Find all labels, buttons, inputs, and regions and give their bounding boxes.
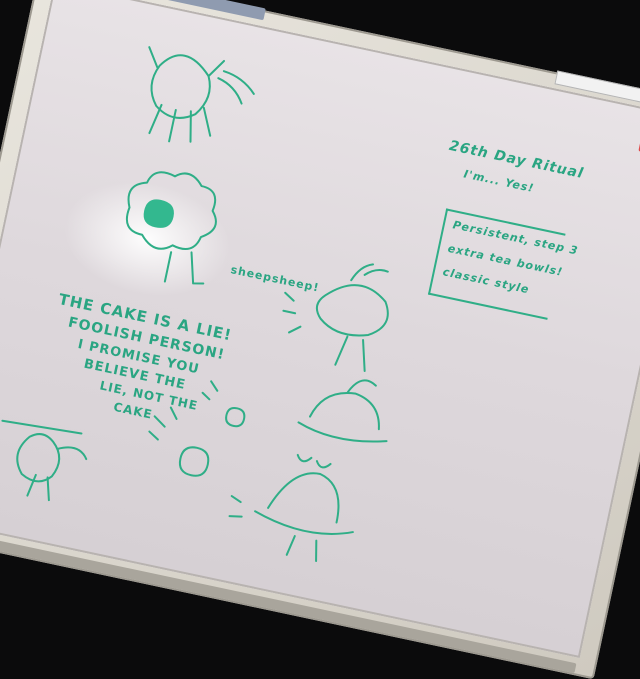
perched-creature-doodle [1, 419, 88, 502]
sheep-doodle [125, 171, 217, 285]
mushroom-creature-doodle [282, 263, 389, 372]
horned-creature-doodle [148, 46, 255, 143]
whiteboard: THE CAKE IS A LIE! FOOLISH PERSON! I PRO… [0, 0, 640, 679]
teapot-doodle [296, 379, 388, 469]
small-ball-doodle [201, 380, 246, 428]
bell-doodle [228, 472, 354, 563]
ball-doodle [148, 406, 210, 477]
photo-scene: THE CAKE IS A LIE! FOOLISH PERSON! I PRO… [0, 0, 640, 679]
